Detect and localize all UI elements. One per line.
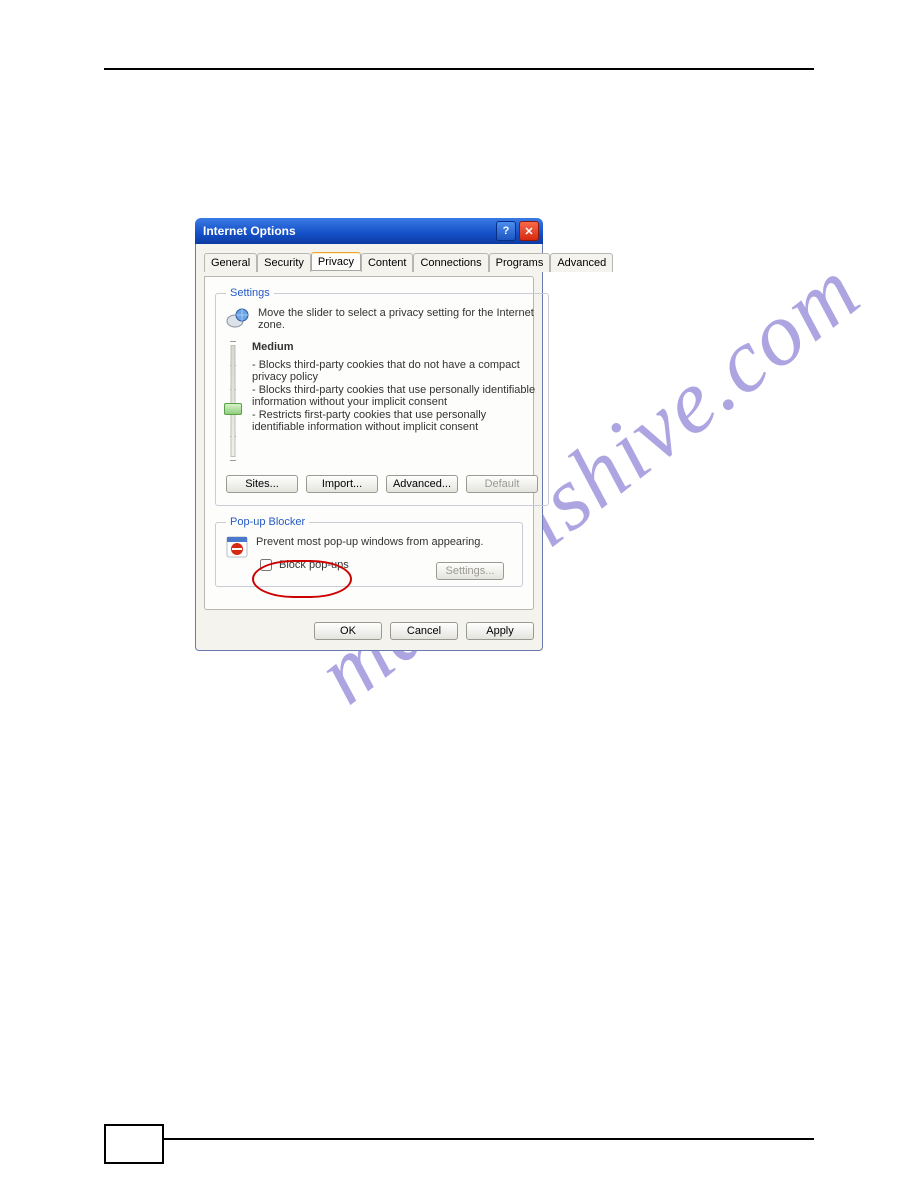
dialog-bottom-buttons: OK Cancel Apply: [204, 622, 534, 640]
page-number-box: [104, 1124, 164, 1164]
bullet-3: - Restricts first-party cookies that use…: [252, 409, 538, 433]
internet-options-dialog: Internet Options ? ✕ General Security Pr…: [195, 218, 543, 651]
tab-connections[interactable]: Connections: [413, 253, 488, 272]
block-popups-label: Block pop-ups: [279, 559, 349, 571]
tab-general[interactable]: General: [204, 253, 257, 272]
dialog-body: General Security Privacy Content Connect…: [195, 244, 543, 651]
popup-legend: Pop-up Blocker: [226, 516, 309, 528]
advanced-button[interactable]: Advanced...: [386, 475, 458, 493]
apply-button[interactable]: Apply: [466, 622, 534, 640]
popup-intro: Prevent most pop-up windows from appeari…: [256, 536, 483, 548]
window-title: Internet Options: [203, 224, 493, 238]
popup-settings-button: Settings...: [436, 562, 504, 580]
popup-blocker-group: Pop-up Blocker Prevent most pop-up windo…: [215, 516, 523, 587]
tab-privacy[interactable]: Privacy: [311, 252, 361, 271]
sites-button[interactable]: Sites...: [226, 475, 298, 493]
tab-content[interactable]: Content: [361, 253, 414, 272]
help-button[interactable]: ?: [496, 221, 516, 241]
tab-programs[interactable]: Programs: [489, 253, 551, 272]
block-icon: [226, 536, 248, 558]
settings-button-row: Sites... Import... Advanced... Default: [226, 475, 538, 493]
settings-intro-row: Move the slider to select a privacy sett…: [226, 307, 538, 331]
default-button: Default: [466, 475, 538, 493]
slider-thumb-icon[interactable]: [224, 403, 242, 415]
privacy-slider[interactable]: [226, 341, 240, 461]
slider-description: Medium - Blocks third-party cookies that…: [252, 341, 538, 461]
tab-content: Settings Move the slider to select a pri…: [204, 276, 534, 610]
globe-icon: [226, 307, 250, 329]
tab-advanced[interactable]: Advanced: [550, 253, 613, 272]
popup-row: Prevent most pop-up windows from appeari…: [226, 536, 512, 574]
top-rule: [104, 68, 814, 70]
popup-right: Prevent most pop-up windows from appeari…: [256, 536, 512, 574]
import-button[interactable]: Import...: [306, 475, 378, 493]
settings-group: Settings Move the slider to select a pri…: [215, 287, 549, 506]
cancel-button[interactable]: Cancel: [390, 622, 458, 640]
tabstrip: General Security Privacy Content Connect…: [204, 252, 534, 271]
bullet-1: - Blocks third-party cookies that do not…: [252, 359, 538, 383]
page-footer: [104, 1138, 814, 1140]
bullet-2: - Blocks third-party cookies that use pe…: [252, 384, 538, 408]
settings-legend: Settings: [226, 287, 274, 299]
titlebar: Internet Options ? ✕: [195, 218, 543, 244]
slider-row: Medium - Blocks third-party cookies that…: [226, 341, 538, 461]
block-popups-checkbox[interactable]: [260, 559, 272, 571]
close-button[interactable]: ✕: [519, 221, 539, 241]
tab-security[interactable]: Security: [257, 253, 311, 272]
settings-intro: Move the slider to select a privacy sett…: [258, 307, 538, 331]
bottom-rule: [104, 1138, 814, 1140]
ok-button[interactable]: OK: [314, 622, 382, 640]
privacy-level: Medium: [252, 341, 538, 353]
